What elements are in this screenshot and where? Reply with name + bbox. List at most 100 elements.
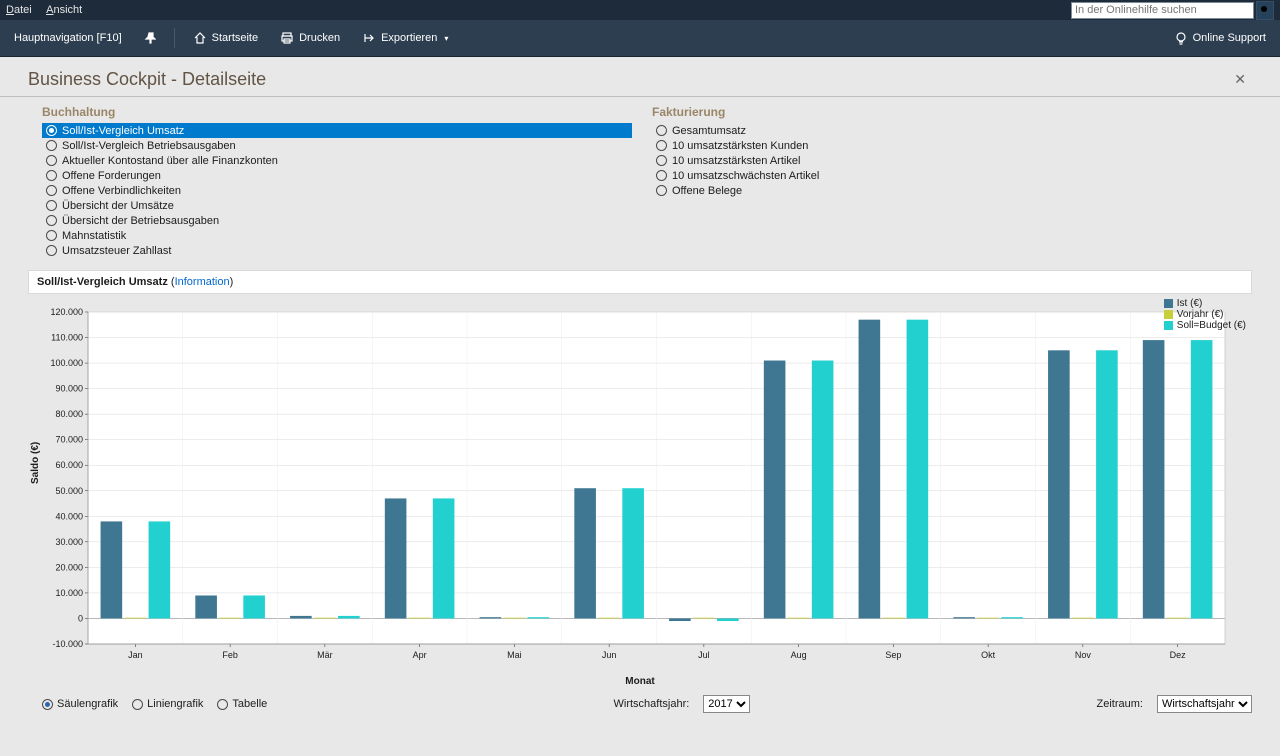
option-item[interactable]: Gesamtumsatz [652, 123, 1242, 138]
panel-fakturierung-title: Fakturierung [652, 105, 1242, 119]
chart-xlabel: Monat [28, 676, 1252, 687]
bulb-icon [1174, 31, 1188, 45]
page-title: Business Cockpit - Detailseite [28, 69, 266, 90]
svg-text:40.000: 40.000 [55, 511, 83, 521]
support-button[interactable]: Online Support [1170, 27, 1270, 49]
close-button[interactable]: ✕ [1228, 69, 1252, 90]
svg-text:70.000: 70.000 [55, 435, 83, 445]
svg-text:20.000: 20.000 [55, 562, 83, 572]
svg-text:80.000: 80.000 [55, 409, 83, 419]
svg-text:10.000: 10.000 [55, 588, 83, 598]
print-button[interactable]: Drucken [276, 27, 344, 49]
panel-buchhaltung-title: Buchhaltung [42, 105, 632, 119]
option-item[interactable]: Offene Belege [652, 183, 1242, 198]
view-mode-label: Liniengrafik [147, 698, 203, 710]
svg-text:100.000: 100.000 [50, 358, 83, 368]
option-label: Umsatzsteuer Zahllast [62, 245, 171, 257]
svg-text:110.000: 110.000 [51, 333, 83, 343]
view-mode-group: Säulengrafik Liniengrafik Tabelle [42, 698, 267, 710]
nav-button[interactable]: Hauptnavigation [F10] [10, 28, 126, 48]
view-mode-säulengrafik[interactable]: Säulengrafik [42, 698, 118, 710]
option-item[interactable]: Soll/Ist-Vergleich Betriebsausgaben [42, 138, 632, 153]
option-item[interactable]: 10 umsatzstärksten Artikel [652, 153, 1242, 168]
svg-text:Sep: Sep [885, 650, 901, 660]
chart-area: Saldo (€) Ist (€)Vorjahr (€)Soll=Budget … [28, 294, 1252, 687]
svg-text:Jul: Jul [698, 650, 710, 660]
panel-fakturierung: Fakturierung Gesamtumsatz 10 umsatzstärks… [652, 105, 1242, 258]
option-item[interactable]: Übersicht der Umsätze [42, 198, 632, 213]
option-label: Offene Forderungen [62, 170, 161, 182]
year-label: Wirtschaftsjahr: [614, 698, 690, 710]
svg-text:Apr: Apr [413, 650, 427, 660]
home-icon [193, 31, 207, 45]
option-label: Soll/Ist-Vergleich Umsatz [62, 125, 184, 137]
view-mode-label: Tabelle [232, 698, 267, 710]
view-mode-label: Säulengrafik [57, 698, 118, 710]
export-button[interactable]: Exportieren▾ [358, 27, 452, 49]
radio-icon [656, 185, 667, 196]
option-item[interactable]: 10 umsatzschwächsten Artikel [652, 168, 1242, 183]
home-button[interactable]: Startseite [189, 27, 262, 49]
svg-text:Aug: Aug [791, 650, 807, 660]
svg-text:90.000: 90.000 [55, 384, 83, 394]
menu-file[interactable]: Datei [6, 4, 32, 16]
svg-text:30.000: 30.000 [55, 537, 83, 547]
chart-ylabel: Saldo (€) [30, 442, 41, 484]
radio-icon [656, 155, 667, 166]
radio-icon [46, 215, 57, 226]
svg-text:120.000: 120.000 [50, 307, 83, 317]
option-item[interactable]: Übersicht der Betriebsausgaben [42, 213, 632, 228]
radio-icon [46, 140, 57, 151]
option-label: Übersicht der Umsätze [62, 200, 174, 212]
option-label: Soll/Ist-Vergleich Betriebsausgaben [62, 140, 236, 152]
svg-text:Jun: Jun [602, 650, 617, 660]
chart-info-link[interactable]: Information [175, 276, 230, 288]
option-item[interactable]: Soll/Ist-Vergleich Umsatz [42, 123, 632, 138]
option-item[interactable]: Offene Forderungen [42, 168, 632, 183]
period-label: Zeitraum: [1097, 698, 1143, 710]
option-item[interactable]: 10 umsatzstärksten Kunden [652, 138, 1242, 153]
radio-icon [132, 699, 143, 710]
option-label: Übersicht der Betriebsausgaben [62, 215, 219, 227]
svg-text:-10.000: -10.000 [52, 639, 83, 649]
chart-plot: -10.000010.00020.00030.00040.00050.00060… [28, 294, 1233, 674]
pin-button[interactable] [140, 28, 160, 48]
period-group: Zeitraum: Wirtschaftsjahr [1097, 695, 1252, 713]
option-label: Aktueller Kontostand über alle Finanzkon… [62, 155, 278, 167]
option-item[interactable]: Aktueller Kontostand über alle Finanzkon… [42, 153, 632, 168]
menu-view[interactable]: Ansicht [46, 4, 82, 16]
svg-text:50.000: 50.000 [55, 486, 83, 496]
view-mode-liniengrafik[interactable]: Liniengrafik [132, 698, 203, 710]
legend-label: Ist (€) [1177, 298, 1203, 309]
svg-text:60.000: 60.000 [55, 460, 83, 470]
view-mode-tabelle[interactable]: Tabelle [217, 698, 267, 710]
export-icon [362, 31, 376, 45]
option-label: Offene Verbindlichkeiten [62, 185, 181, 197]
radio-icon [656, 170, 667, 181]
svg-text:Mär: Mär [317, 650, 333, 660]
radio-icon [656, 140, 667, 151]
svg-text:Okt: Okt [981, 650, 996, 660]
svg-text:Dez: Dez [1170, 650, 1187, 660]
radio-icon [46, 185, 57, 196]
option-item[interactable]: Offene Verbindlichkeiten [42, 183, 632, 198]
chart-legend: Ist (€)Vorjahr (€)Soll=Budget (€) [1164, 298, 1246, 331]
svg-text:Nov: Nov [1075, 650, 1092, 660]
toolbar: Hauptnavigation [F10] Startseite Drucken… [0, 20, 1280, 57]
search-input[interactable] [1071, 2, 1254, 19]
pin-icon [144, 32, 156, 44]
option-item[interactable]: Mahnstatistik [42, 228, 632, 243]
radio-icon [46, 230, 57, 241]
search-button[interactable] [1256, 1, 1274, 20]
legend-swatch [1164, 299, 1173, 308]
legend-label: Soll=Budget (€) [1177, 320, 1246, 331]
period-select[interactable]: Wirtschaftsjahr [1157, 695, 1252, 713]
option-label: Gesamtumsatz [672, 125, 746, 137]
panel-buchhaltung: Buchhaltung Soll/Ist-Vergleich Umsatz Sol… [42, 105, 632, 258]
option-label: 10 umsatzstärksten Kunden [672, 140, 808, 152]
radio-icon [46, 155, 57, 166]
svg-text:Feb: Feb [222, 650, 238, 660]
option-item[interactable]: Umsatzsteuer Zahllast [42, 243, 632, 258]
option-label: Offene Belege [672, 185, 742, 197]
year-select[interactable]: 2017 [703, 695, 750, 713]
